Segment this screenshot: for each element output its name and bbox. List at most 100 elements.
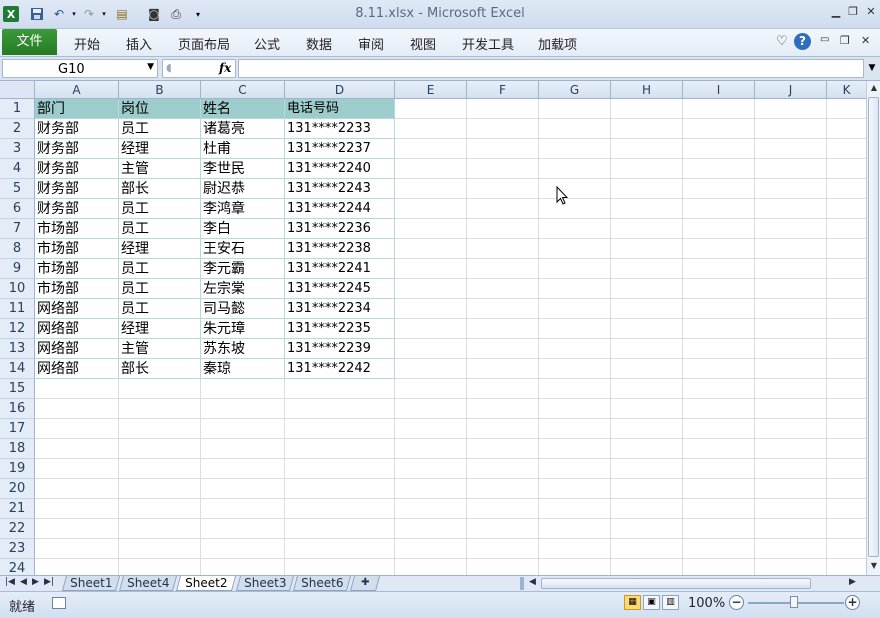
- formula-input[interactable]: [238, 59, 864, 78]
- cell-e5[interactable]: [395, 179, 467, 199]
- cell-e7[interactable]: [395, 219, 467, 239]
- cell-k12[interactable]: [827, 319, 866, 339]
- sheet-tab-sheet6[interactable]: Sheet6: [292, 576, 352, 591]
- cell-b17[interactable]: [119, 419, 201, 439]
- cell-i8[interactable]: [683, 239, 755, 259]
- help-icon[interactable]: ?: [794, 33, 811, 50]
- cell-c8[interactable]: 王安石: [201, 239, 285, 259]
- cell-c11[interactable]: 司马懿: [201, 299, 285, 319]
- cell-d16[interactable]: [285, 399, 395, 419]
- cell-h22[interactable]: [611, 519, 683, 539]
- cell-d14[interactable]: 131****2242: [285, 359, 395, 379]
- cell-b10[interactable]: 员工: [119, 279, 201, 299]
- cell-k2[interactable]: [827, 119, 866, 139]
- cell-h20[interactable]: [611, 479, 683, 499]
- cell-g24[interactable]: [539, 559, 611, 575]
- cell-k24[interactable]: [827, 559, 866, 575]
- cell-j5[interactable]: [755, 179, 827, 199]
- cell-k10[interactable]: [827, 279, 866, 299]
- cell-b11[interactable]: 员工: [119, 299, 201, 319]
- cell-d23[interactable]: [285, 539, 395, 559]
- cell-j16[interactable]: [755, 399, 827, 419]
- cell-k3[interactable]: [827, 139, 866, 159]
- cell-e15[interactable]: [395, 379, 467, 399]
- row-header-21[interactable]: 21: [0, 499, 35, 519]
- row-header-4[interactable]: 4: [0, 159, 35, 179]
- cell-h1[interactable]: [611, 99, 683, 119]
- cell-j14[interactable]: [755, 359, 827, 379]
- page-layout-view-icon[interactable]: ▣: [643, 595, 660, 610]
- row-header-11[interactable]: 11: [0, 299, 35, 319]
- cell-j11[interactable]: [755, 299, 827, 319]
- column-header-b[interactable]: B: [119, 81, 201, 99]
- cell-d2[interactable]: 131****2233: [285, 119, 395, 139]
- cell-i22[interactable]: [683, 519, 755, 539]
- cell-j7[interactable]: [755, 219, 827, 239]
- cell-b14[interactable]: 部长: [119, 359, 201, 379]
- cell-k8[interactable]: [827, 239, 866, 259]
- next-sheet-icon[interactable]: ▶: [32, 577, 39, 587]
- cell-k11[interactable]: [827, 299, 866, 319]
- cell-e19[interactable]: [395, 459, 467, 479]
- cell-d5[interactable]: 131****2243: [285, 179, 395, 199]
- cell-g21[interactable]: [539, 499, 611, 519]
- row-header-24[interactable]: 24: [0, 559, 35, 575]
- row-header-19[interactable]: 19: [0, 459, 35, 479]
- cell-g22[interactable]: [539, 519, 611, 539]
- column-header-a[interactable]: A: [35, 81, 119, 99]
- cell-k13[interactable]: [827, 339, 866, 359]
- cell-g19[interactable]: [539, 459, 611, 479]
- doc-restore-icon[interactable]: ❐: [840, 34, 850, 47]
- cell-k6[interactable]: [827, 199, 866, 219]
- cell-f14[interactable]: [467, 359, 539, 379]
- cell-d18[interactable]: [285, 439, 395, 459]
- cell-e8[interactable]: [395, 239, 467, 259]
- cell-d22[interactable]: [285, 519, 395, 539]
- cell-c4[interactable]: 李世民: [201, 159, 285, 179]
- cell-a4[interactable]: 财务部: [35, 159, 119, 179]
- cell-j21[interactable]: [755, 499, 827, 519]
- scroll-down-icon[interactable]: ▼: [867, 561, 880, 570]
- cell-a6[interactable]: 财务部: [35, 199, 119, 219]
- cell-g5[interactable]: [539, 179, 611, 199]
- cell-c16[interactable]: [201, 399, 285, 419]
- prev-sheet-icon[interactable]: ◀: [20, 577, 27, 587]
- cell-h13[interactable]: [611, 339, 683, 359]
- row-header-7[interactable]: 7: [0, 219, 35, 239]
- cell-i3[interactable]: [683, 139, 755, 159]
- cell-h17[interactable]: [611, 419, 683, 439]
- cell-f21[interactable]: [467, 499, 539, 519]
- normal-view-icon[interactable]: ▦: [624, 595, 641, 610]
- cell-a7[interactable]: 市场部: [35, 219, 119, 239]
- horizontal-scroll-thumb[interactable]: [541, 578, 811, 589]
- row-header-16[interactable]: 16: [0, 399, 35, 419]
- cell-e9[interactable]: [395, 259, 467, 279]
- row-header-13[interactable]: 13: [0, 339, 35, 359]
- cell-e17[interactable]: [395, 419, 467, 439]
- cell-f10[interactable]: [467, 279, 539, 299]
- cell-d20[interactable]: [285, 479, 395, 499]
- cell-i21[interactable]: [683, 499, 755, 519]
- zoom-level[interactable]: 100%: [688, 596, 725, 611]
- cell-c23[interactable]: [201, 539, 285, 559]
- cell-a23[interactable]: [35, 539, 119, 559]
- cell-a24[interactable]: [35, 559, 119, 575]
- cell-k18[interactable]: [827, 439, 866, 459]
- cell-e1[interactable]: [395, 99, 467, 119]
- cell-a18[interactable]: [35, 439, 119, 459]
- macro-record-icon[interactable]: [52, 597, 66, 609]
- cell-c12[interactable]: 朱元璋: [201, 319, 285, 339]
- cell-i7[interactable]: [683, 219, 755, 239]
- cell-g17[interactable]: [539, 419, 611, 439]
- cell-d9[interactable]: 131****2241: [285, 259, 395, 279]
- doc-close-icon[interactable]: ✕: [861, 34, 870, 47]
- tab-home[interactable]: 开始: [74, 34, 100, 53]
- cell-i13[interactable]: [683, 339, 755, 359]
- cell-f16[interactable]: [467, 399, 539, 419]
- column-header-g[interactable]: G: [539, 81, 611, 99]
- cell-b19[interactable]: [119, 459, 201, 479]
- vertical-scrollbar[interactable]: ▲ ▼: [866, 81, 880, 575]
- cell-d6[interactable]: 131****2244: [285, 199, 395, 219]
- cell-e22[interactable]: [395, 519, 467, 539]
- cell-h24[interactable]: [611, 559, 683, 575]
